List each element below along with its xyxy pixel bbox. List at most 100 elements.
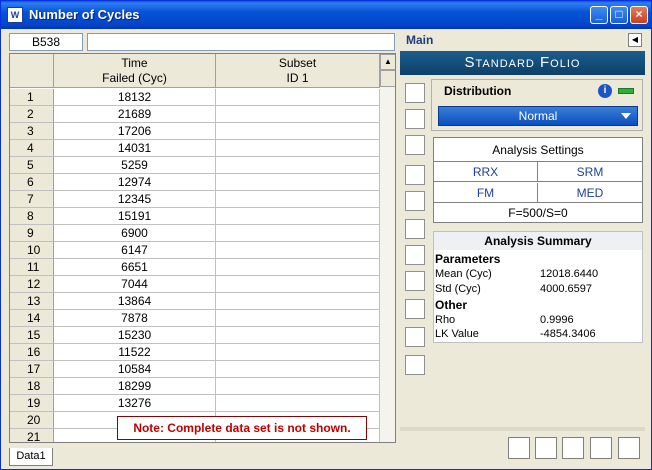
setting-med[interactable]: MED [538, 183, 642, 203]
panel-splitter[interactable] [400, 427, 645, 431]
row-number[interactable]: 11 [10, 259, 54, 276]
scroll-up-arrow[interactable]: ▲ [380, 54, 395, 70]
number-format-icon[interactable] [405, 271, 425, 291]
time-failed-cell[interactable]: 11522 [54, 344, 216, 361]
setting-rrx[interactable]: RRX [434, 162, 538, 182]
row-number[interactable]: 20 [10, 412, 54, 429]
minimize-button[interactable]: _ [590, 6, 608, 24]
beta-parameters-icon[interactable] [405, 83, 425, 103]
equation-icon[interactable] [535, 437, 557, 459]
row-number[interactable]: 7 [10, 191, 54, 208]
close-button[interactable]: × [630, 6, 648, 24]
time-failed-cell[interactable]: 14031 [54, 140, 216, 157]
row-number[interactable]: 19 [10, 395, 54, 412]
subset-id-cell[interactable] [216, 378, 380, 395]
info-icon[interactable]: i [598, 84, 612, 98]
chart-icon[interactable] [405, 165, 425, 185]
subset-id-cell[interactable] [216, 344, 380, 361]
row-number[interactable]: 8 [10, 208, 54, 225]
bottom-toolbar [400, 433, 645, 463]
subset-id-cell[interactable] [216, 310, 380, 327]
row-number[interactable]: 13 [10, 293, 54, 310]
table-row: 12 7044 [10, 276, 380, 293]
subset-id-cell[interactable] [216, 174, 380, 191]
time-failed-cell[interactable]: 13276 [54, 395, 216, 412]
row-number[interactable]: 5 [10, 157, 54, 174]
quick-calculation-pad-icon[interactable] [405, 135, 425, 155]
calculator-icon[interactable] [405, 327, 425, 347]
subset-id-cell[interactable] [216, 140, 380, 157]
word-report-icon[interactable] [508, 437, 530, 459]
subset-id-cell[interactable] [216, 89, 380, 106]
row-number[interactable]: 14 [10, 310, 54, 327]
time-failed-cell[interactable]: 21689 [54, 106, 216, 123]
subset-id-cell[interactable] [216, 157, 380, 174]
subset-id-cell[interactable] [216, 276, 380, 293]
column-header-subset-id[interactable]: Subset ID 1 [216, 54, 380, 88]
gauge-icon[interactable] [405, 219, 425, 239]
subset-id-cell[interactable] [216, 259, 380, 276]
row-number[interactable]: 16 [10, 344, 54, 361]
plot-icon[interactable] [405, 109, 425, 129]
subset-id-cell[interactable] [216, 395, 380, 412]
subset-id-cell[interactable] [216, 327, 380, 344]
time-failed-cell[interactable]: 18132 [54, 89, 216, 106]
setting-fm[interactable]: FM [434, 183, 538, 203]
time-failed-cell[interactable]: 6147 [54, 242, 216, 259]
time-failed-cell[interactable]: 12345 [54, 191, 216, 208]
row-number[interactable]: 6 [10, 174, 54, 191]
row-number[interactable]: 1 [10, 89, 54, 106]
report-icon[interactable] [562, 437, 584, 459]
time-failed-cell[interactable]: 6900 [54, 225, 216, 242]
column-header-time-failed[interactable]: Time Failed (Cyc) [54, 54, 216, 88]
time-failed-cell[interactable]: 6651 [54, 259, 216, 276]
setting-srm[interactable]: SRM [538, 162, 642, 182]
time-failed-cell[interactable]: 7044 [54, 276, 216, 293]
time-failed-cell[interactable]: 18299 [54, 378, 216, 395]
transfer-icon[interactable] [590, 437, 612, 459]
row-number[interactable]: 21 [10, 429, 54, 442]
time-failed-cell[interactable]: 12974 [54, 174, 216, 191]
row-number[interactable]: 18 [10, 378, 54, 395]
time-failed-cell[interactable]: 7878 [54, 310, 216, 327]
corner-cell[interactable] [10, 54, 54, 88]
row-number[interactable]: 12 [10, 276, 54, 293]
filter-icon[interactable] [405, 245, 425, 265]
distribution-select[interactable]: Normal [438, 106, 638, 126]
collapse-panel-button[interactable]: ◀ [628, 33, 642, 47]
time-failed-cell[interactable]: 10584 [54, 361, 216, 378]
row-number[interactable]: 4 [10, 140, 54, 157]
subset-id-cell[interactable] [216, 293, 380, 310]
row-number[interactable]: 15 [10, 327, 54, 344]
subset-id-cell[interactable] [216, 208, 380, 225]
time-failed-cell[interactable]: 13864 [54, 293, 216, 310]
row-number[interactable]: 9 [10, 225, 54, 242]
subset-id-cell[interactable] [216, 106, 380, 123]
lk-bounds-icon[interactable] [405, 299, 425, 319]
scroll-thumb[interactable] [380, 70, 395, 87]
maximize-button[interactable]: □ [610, 6, 628, 24]
row-number[interactable]: 17 [10, 361, 54, 378]
row-number[interactable]: 10 [10, 242, 54, 259]
time-failed-cell[interactable]: 15191 [54, 208, 216, 225]
subset-id-cell[interactable] [216, 191, 380, 208]
calculate-icon[interactable] [618, 437, 640, 459]
title-bar[interactable]: W Number of Cycles _ □ × [1, 1, 651, 29]
wizard-icon[interactable] [405, 355, 425, 375]
sheet-tab-data1[interactable]: Data1 [9, 448, 53, 466]
subset-id-cell[interactable] [216, 225, 380, 242]
cell-reference-box[interactable]: B538 [9, 33, 83, 51]
time-failed-cell[interactable]: 15230 [54, 327, 216, 344]
subset-id-cell[interactable] [216, 361, 380, 378]
formula-input[interactable] [87, 33, 395, 51]
row-number[interactable]: 2 [10, 106, 54, 123]
row-number[interactable]: 3 [10, 123, 54, 140]
subset-id-cell[interactable] [216, 242, 380, 259]
grid-options-icon[interactable] [405, 191, 425, 211]
time-failed-cell[interactable]: 17206 [54, 123, 216, 140]
vertical-scrollbar[interactable]: ▲ [380, 54, 395, 442]
data-sheet: Time Failed (Cyc) Subset ID 1 1 18132 2 216… [9, 53, 396, 443]
subset-id-cell[interactable] [216, 123, 380, 140]
table-row: 15 15230 [10, 327, 380, 344]
time-failed-cell[interactable]: 5259 [54, 157, 216, 174]
